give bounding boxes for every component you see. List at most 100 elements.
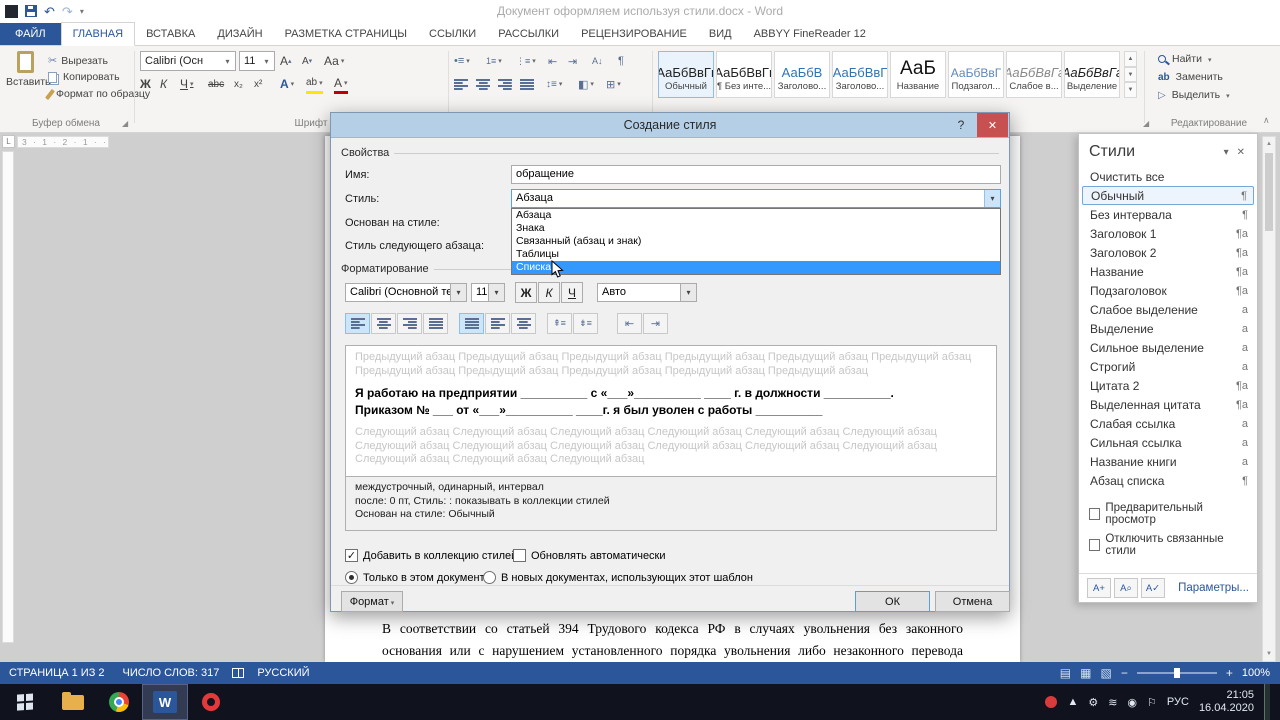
preview-checkbox[interactable]: Предварительный просмотр xyxy=(1089,502,1247,526)
tab-view[interactable]: ВИД xyxy=(698,23,743,45)
style-type-dropdown-icon[interactable] xyxy=(984,190,1000,207)
align-right-button[interactable] xyxy=(498,74,512,94)
font-size-dropdown-icon[interactable] xyxy=(259,52,274,70)
dialog-align-right-button[interactable] xyxy=(397,313,422,334)
dialog-bold-button[interactable]: Ж xyxy=(515,282,537,303)
zoom-out-icon[interactable]: − xyxy=(1121,666,1128,680)
copy-button[interactable]: Копировать xyxy=(48,71,120,83)
style-item[interactable]: Выделение а xyxy=(1079,319,1257,338)
style-item[interactable]: Цитата 2 ¶а xyxy=(1079,376,1257,395)
style-item[interactable]: Строгий а xyxy=(1079,357,1257,376)
style-item[interactable]: Сильное выделение а xyxy=(1079,338,1257,357)
highlight-color-button[interactable]: ab xyxy=(306,74,323,94)
double-spacing-button[interactable] xyxy=(511,313,536,334)
style-item[interactable]: Сильная ссылка а xyxy=(1079,433,1257,452)
vertical-scrollbar[interactable]: ▲ ▼ xyxy=(1262,136,1276,662)
flag-icon[interactable]: ⚐ xyxy=(1147,696,1157,709)
gallery-style-title[interactable]: АаБ Название xyxy=(890,51,946,98)
dialog-size-dropdown-icon[interactable] xyxy=(488,284,504,301)
style-item[interactable]: Название книги а xyxy=(1079,452,1257,471)
start-button[interactable] xyxy=(0,684,50,720)
scrollbar-thumb[interactable] xyxy=(1265,153,1273,231)
shrink-font-button[interactable]: А ▾ xyxy=(302,51,312,71)
superscript-button[interactable]: x² xyxy=(254,74,262,94)
clock[interactable]: 21:05 16.04.2020 xyxy=(1199,689,1254,715)
tab-file[interactable]: ФАЙЛ xyxy=(0,23,61,45)
justify-button[interactable] xyxy=(520,74,534,94)
italic-button[interactable]: К xyxy=(160,74,167,94)
shading-button[interactable]: ◧ xyxy=(578,74,594,94)
taskbar-chrome[interactable] xyxy=(96,684,142,720)
clipboard-dialog-launcher[interactable]: ◢ xyxy=(122,119,128,128)
style-item[interactable]: Подзаголовок ¶а xyxy=(1079,281,1257,300)
gallery-style-emphasis[interactable]: АаБбВвГг Выделение xyxy=(1064,51,1120,98)
hidden-icons-icon[interactable]: ▲ xyxy=(1067,696,1078,708)
dialog-align-left-button[interactable] xyxy=(345,313,370,334)
dialog-help-button[interactable]: ? xyxy=(946,113,976,137)
pane-options-icon[interactable]: ▾ xyxy=(1220,147,1233,158)
one-half-spacing-button[interactable] xyxy=(485,313,510,334)
gallery-style-heading1[interactable]: АаБбВ Заголово... xyxy=(774,51,830,98)
multilevel-list-button[interactable]: ⋮≡ xyxy=(516,51,536,71)
dialog-title-bar[interactable]: Создание стиля ? ✕ xyxy=(331,113,1009,138)
volume-icon[interactable]: ◉ xyxy=(1127,696,1137,709)
dialog-size-combo[interactable]: 11 xyxy=(471,283,505,302)
read-mode-icon[interactable]: ▤ xyxy=(1060,666,1071,680)
pilcrow-button[interactable]: ¶ xyxy=(618,51,624,71)
taskbar-opera[interactable] xyxy=(188,684,234,720)
add-to-gallery-checkbox[interactable]: Добавить в коллекцию стилей xyxy=(345,549,517,562)
sort-button[interactable]: А↓ xyxy=(592,51,603,71)
grow-font-button[interactable]: А ▴ xyxy=(280,51,292,71)
page-indicator[interactable]: СТРАНИЦА 1 ИЗ 2 xyxy=(0,667,114,679)
clear-all-item[interactable]: Очистить все xyxy=(1079,167,1257,186)
taskbar-explorer[interactable] xyxy=(50,684,96,720)
dialog-increase-indent-button[interactable]: ⇥ xyxy=(643,313,668,334)
language-indicator[interactable]: РУССКИЙ xyxy=(248,667,318,679)
tab-mailings[interactable]: РАССЫЛКИ xyxy=(487,23,570,45)
dialog-color-combo[interactable]: Авто xyxy=(597,283,697,302)
dialog-align-center-button[interactable] xyxy=(371,313,396,334)
underline-button[interactable]: Ч xyxy=(180,74,194,94)
decrease-indent-button[interactable]: ⇤ xyxy=(548,51,557,71)
zoom-level[interactable]: 100% xyxy=(1242,667,1270,679)
style-item-normal[interactable]: Обычный ¶ xyxy=(1082,186,1254,205)
dialog-close-button[interactable]: ✕ xyxy=(977,113,1008,137)
style-name-input[interactable]: обращение xyxy=(511,165,1001,184)
dialog-decrease-indent-button[interactable]: ⇤ xyxy=(617,313,642,334)
gallery-style-heading2[interactable]: АаБбВвГ Заголово... xyxy=(832,51,888,98)
radio-icon[interactable] xyxy=(483,571,496,584)
dialog-font-dropdown-icon[interactable] xyxy=(450,284,466,301)
gallery-style-no-spacing[interactable]: АаБбВвГг ¶ Без инте... xyxy=(716,51,772,98)
tab-page-layout[interactable]: РАЗМЕТКА СТРАНИЦЫ xyxy=(274,23,418,45)
option-paragraph[interactable]: Абзаца xyxy=(512,209,1000,222)
subscript-button[interactable]: x₂ xyxy=(234,74,243,94)
zoom-slider[interactable] xyxy=(1136,668,1217,678)
single-spacing-button[interactable] xyxy=(459,313,484,334)
only-this-doc-radio[interactable]: Только в этом документе xyxy=(345,571,491,584)
checkbox-icon[interactable] xyxy=(345,549,358,562)
document-text[interactable]: В соответствии со статьей 394 Трудового … xyxy=(382,618,963,662)
save-icon[interactable] xyxy=(25,5,37,17)
collapse-ribbon-icon[interactable]: ∧ xyxy=(1263,115,1270,126)
web-layout-icon[interactable]: ▧ xyxy=(1100,666,1111,680)
change-case-button[interactable]: Аа xyxy=(324,51,344,71)
strikethrough-button[interactable]: abc xyxy=(208,74,224,94)
style-item[interactable]: Заголовок 2 ¶а xyxy=(1079,243,1257,262)
scroll-down-icon[interactable]: ▼ xyxy=(1263,647,1275,661)
find-button[interactable]: Найти xyxy=(1158,53,1211,65)
zoom-in-icon[interactable]: + xyxy=(1226,666,1233,680)
format-menu-button[interactable]: Формат xyxy=(341,591,403,612)
style-item[interactable]: Без интервала ¶ xyxy=(1079,205,1257,224)
font-size-combo[interactable]: 11 xyxy=(239,51,275,71)
style-inspector-button[interactable]: А⌕ xyxy=(1114,578,1138,598)
dialog-justify-button[interactable] xyxy=(423,313,448,334)
tab-insert[interactable]: ВСТАВКА xyxy=(135,23,206,45)
print-layout-icon[interactable]: ▦ xyxy=(1080,666,1091,680)
settings-tray-icon[interactable]: ⚙ xyxy=(1088,696,1098,709)
numbering-button[interactable]: 1≡ xyxy=(486,51,502,71)
manage-styles-button[interactable]: А✓ xyxy=(1141,578,1165,598)
tab-selector[interactable]: L xyxy=(2,135,15,148)
new-docs-radio[interactable]: В новых документах, использующих этот ша… xyxy=(483,571,753,584)
styles-options-link[interactable]: Параметры... xyxy=(1178,582,1249,594)
disable-linked-checkbox[interactable]: Отключить связанные стили xyxy=(1089,533,1247,557)
